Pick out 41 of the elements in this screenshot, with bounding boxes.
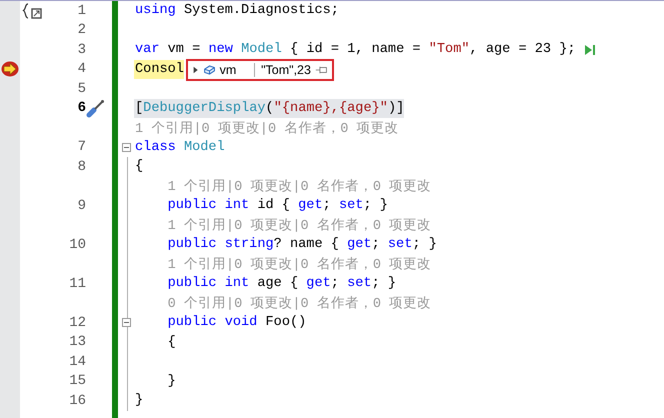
- cube-icon: [202, 62, 216, 76]
- line-number: 11: [68, 276, 86, 292]
- code-line: var vm = new Model { id = 1, name = "Tom", age = 23 };: [134, 41, 576, 60]
- code-lens-info[interactable]: 0 个引用|0 项更改|0 名作者，0 项更改: [166, 294, 432, 313]
- code-line: public int id { get; set; }: [166, 197, 388, 216]
- line-number: 8: [76, 158, 86, 175]
- code-line: public int age { get; set; }: [166, 275, 396, 294]
- run-to-click-icon[interactable]: [584, 44, 596, 56]
- variable-value[interactable]: "Tom",23: [261, 62, 311, 76]
- variable-name: vm: [220, 62, 236, 76]
- line-number: 16: [68, 392, 86, 409]
- line-number: 2: [76, 22, 86, 38]
- line-number: 4: [76, 61, 86, 78]
- code-line: }: [134, 392, 144, 410]
- line-number: 7: [76, 139, 86, 156]
- code-line: }: [166, 372, 176, 391]
- line-number: 15: [68, 373, 86, 390]
- screwdriver-icon[interactable]: [86, 98, 106, 118]
- line-number: 3: [76, 42, 86, 58]
- line-number: 5: [76, 80, 86, 97]
- code-line: {: [134, 158, 144, 176]
- line-number: 10: [68, 236, 86, 253]
- line-number: 14: [68, 354, 86, 370]
- code-lens-info[interactable]: 1 个引用|0 项更改|0 名作者，0 项更改: [166, 254, 432, 274]
- code-line: class Model: [134, 138, 225, 157]
- line-number: 6: [76, 100, 86, 116]
- collapse-toggle[interactable]: [122, 142, 131, 152]
- collapse-toggle[interactable]: [122, 318, 131, 327]
- code-lens-info[interactable]: 1 个引用|0 项更改|0 名作者，0 项更改: [134, 118, 399, 138]
- code-line: public void Foo(): [166, 314, 306, 332]
- code-lens-info[interactable]: 1 个引用|0 项更改|0 名作者，0 项更改: [166, 176, 432, 196]
- line-number: 12: [68, 314, 86, 331]
- code-line: public string? name { get; set; }: [166, 236, 437, 254]
- code-line: {: [166, 334, 176, 352]
- code-lens-info[interactable]: 1 个引用|0 项更改|0 名作者，0 项更改: [166, 216, 432, 235]
- line-number: 1: [76, 2, 86, 19]
- line-number: 9: [76, 198, 86, 214]
- code-line: using System.Diagnostics;: [134, 2, 339, 20]
- pin-icon[interactable]: [314, 64, 328, 74]
- line-number: 13: [68, 334, 86, 350]
- expand-triangle-icon[interactable]: [192, 64, 199, 74]
